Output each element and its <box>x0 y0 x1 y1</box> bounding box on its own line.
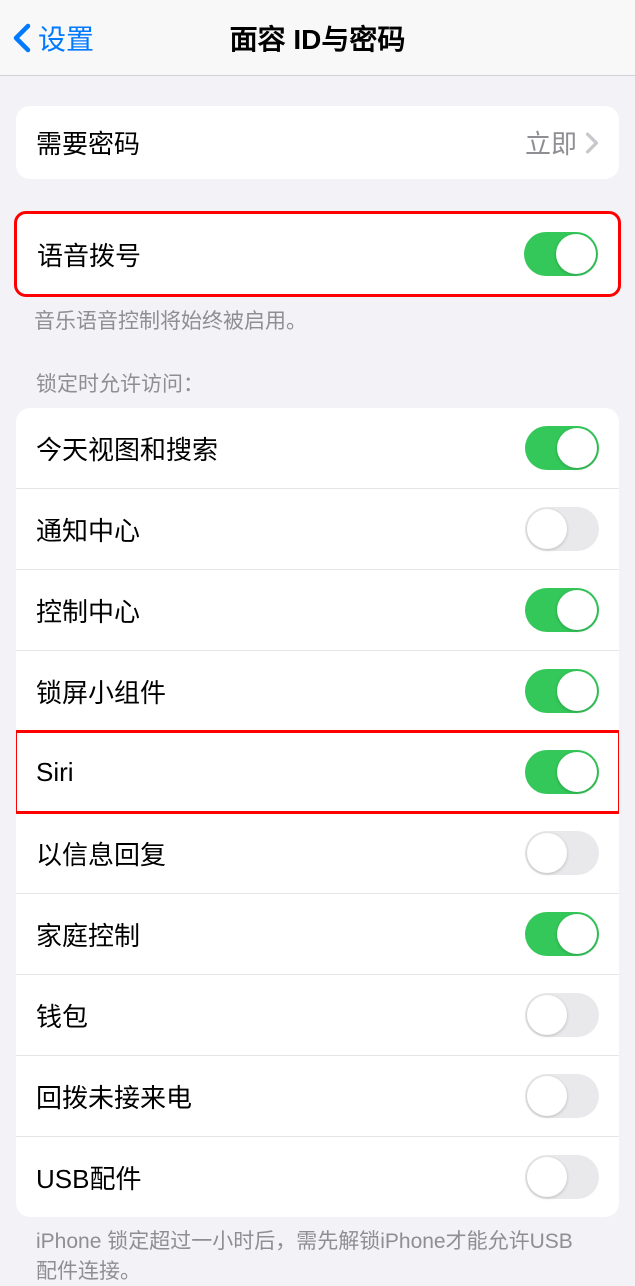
access-row-label: Siri <box>36 757 74 788</box>
access-row: 今天视图和搜索 <box>16 408 619 488</box>
access-row: 家庭控制 <box>16 893 619 974</box>
access-row-label: 锁屏小组件 <box>36 673 166 710</box>
access-row-toggle[interactable] <box>525 588 599 632</box>
access-row-label: 控制中心 <box>36 592 140 629</box>
access-row-toggle[interactable] <box>525 1155 599 1199</box>
chevron-left-icon <box>12 23 32 53</box>
access-row-label: 回拨未接来电 <box>36 1078 192 1115</box>
access-row-label: 钱包 <box>36 997 88 1034</box>
voice-dial-footer: 音乐语音控制将始终被启用。 <box>14 297 621 336</box>
group-require-passcode: 需要密码 立即 <box>16 106 619 179</box>
access-row-toggle[interactable] <box>525 669 599 713</box>
access-row-toggle[interactable] <box>525 831 599 875</box>
access-row-label: USB配件 <box>36 1159 141 1196</box>
require-passcode-row[interactable]: 需要密码 立即 <box>16 106 619 179</box>
access-row: 以信息回复 <box>16 812 619 893</box>
content: 需要密码 立即 语音拨号 音乐语音控制将始终被启用。 锁定时允许访问： 今天 <box>0 106 635 1286</box>
access-row-toggle[interactable] <box>525 507 599 551</box>
voice-dial-toggle[interactable] <box>524 232 598 276</box>
access-row: 控制中心 <box>16 569 619 650</box>
access-row-toggle[interactable] <box>525 912 599 956</box>
require-passcode-value: 立即 <box>525 124 577 161</box>
access-row-label: 今天视图和搜索 <box>36 430 218 467</box>
navigation-bar: 设置 面容 ID与密码 <box>0 0 635 76</box>
voice-dial-row: 语音拨号 <box>17 214 618 294</box>
group-allow-access: 锁定时允许访问： 今天视图和搜索通知中心控制中心锁屏小组件 Siri 以信息回复家庭… <box>16 368 619 1286</box>
access-row-toggle[interactable] <box>525 993 599 1037</box>
access-row-label: 通知中心 <box>36 511 140 548</box>
allow-access-header: 锁定时允许访问： <box>16 368 619 408</box>
access-row: Siri <box>16 731 619 812</box>
access-row-label: 家庭控制 <box>36 916 140 953</box>
access-row: 钱包 <box>16 974 619 1055</box>
chevron-right-icon <box>585 132 599 154</box>
access-row: 通知中心 <box>16 488 619 569</box>
access-row: 锁屏小组件 <box>16 650 619 731</box>
access-row: 回拨未接来电 <box>16 1055 619 1136</box>
access-row: USB配件 <box>16 1136 619 1217</box>
group-voice-dial: 语音拨号 音乐语音控制将始终被启用。 <box>14 211 621 336</box>
access-row-toggle[interactable] <box>525 750 599 794</box>
access-row-label: 以信息回复 <box>36 835 166 872</box>
back-label: 设置 <box>38 18 94 58</box>
access-row-toggle[interactable] <box>525 426 599 470</box>
access-row-toggle[interactable] <box>525 1074 599 1118</box>
page-title: 面容 ID与密码 <box>230 18 406 58</box>
require-passcode-label: 需要密码 <box>36 124 140 161</box>
voice-dial-label: 语音拨号 <box>37 236 141 273</box>
back-button[interactable]: 设置 <box>12 18 94 58</box>
allow-access-footer: iPhone 锁定超过一小时后，需先解锁iPhone才能允许USB 配件连接。 <box>16 1217 619 1286</box>
